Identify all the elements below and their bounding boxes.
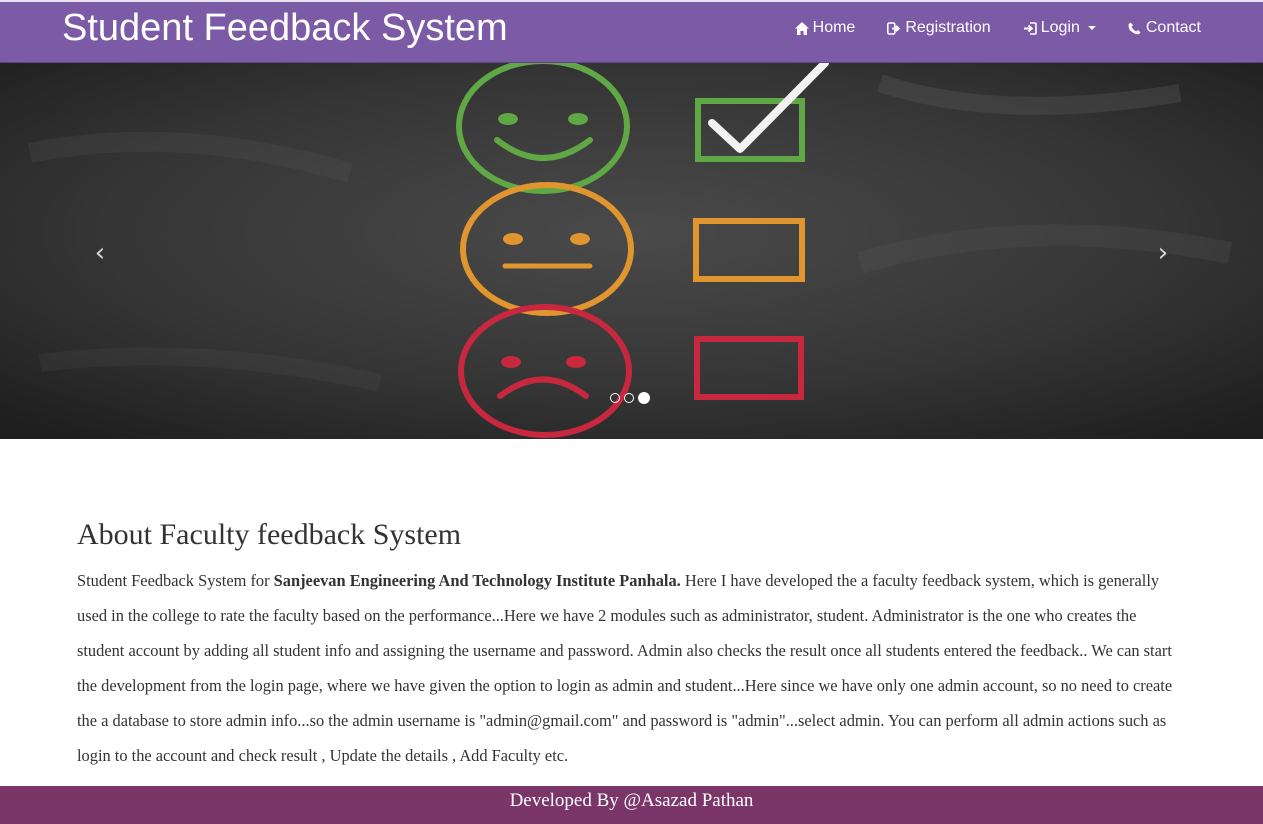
- carousel-indicator-1[interactable]: [610, 393, 620, 403]
- nav-item-login[interactable]: Login: [1007, 16, 1112, 40]
- nav-item-registration[interactable]: Registration: [871, 16, 1006, 40]
- carousel-indicator-3[interactable]: [638, 392, 650, 404]
- nav-item-login-label: Login: [1040, 19, 1080, 36]
- chevron-down-icon: [1087, 26, 1096, 30]
- sign-in-icon: [1023, 21, 1037, 35]
- nav-item-registration-label: Registration: [905, 19, 991, 36]
- phone-icon: [1128, 21, 1142, 35]
- brand-title[interactable]: Student Feedback System: [62, 5, 508, 51]
- carousel-indicator-2[interactable]: [624, 393, 634, 403]
- carousel: ‹ ›: [0, 63, 1263, 439]
- nav-menu: Home Registration Login Contact: [779, 16, 1201, 40]
- carousel-slide-image: [0, 63, 1263, 439]
- about-text-body: Here I have developed the a faculty feed…: [77, 571, 1173, 765]
- about-text: Student Feedback System for Sanjeevan En…: [77, 563, 1187, 773]
- nav-item-contact[interactable]: Contact: [1112, 16, 1201, 40]
- nav-item-contact-label: Contact: [1145, 19, 1201, 36]
- carousel-prev-button[interactable]: ‹: [85, 238, 115, 268]
- about-section: About Faculty feedback System Student Fe…: [77, 515, 1187, 773]
- home-icon: [794, 21, 809, 35]
- navbar: Student Feedback System Home Registratio…: [0, 0, 1263, 63]
- carousel-indicators: [610, 392, 650, 404]
- nav-item-home-label: Home: [812, 19, 856, 36]
- nav-item-home[interactable]: Home: [779, 16, 872, 40]
- about-institute-name: Sanjeevan Engineering And Technology Ins…: [273, 571, 681, 590]
- carousel-next-button[interactable]: ›: [1148, 238, 1178, 268]
- footer: Developed By @Asazad Pathan: [0, 786, 1263, 824]
- about-heading: About Faculty feedback System: [77, 518, 462, 551]
- footer-text: Developed By @Asazad Pathan: [509, 790, 754, 811]
- sign-out-icon: [887, 21, 901, 35]
- about-text-intro: Student Feedback System for: [77, 571, 274, 590]
